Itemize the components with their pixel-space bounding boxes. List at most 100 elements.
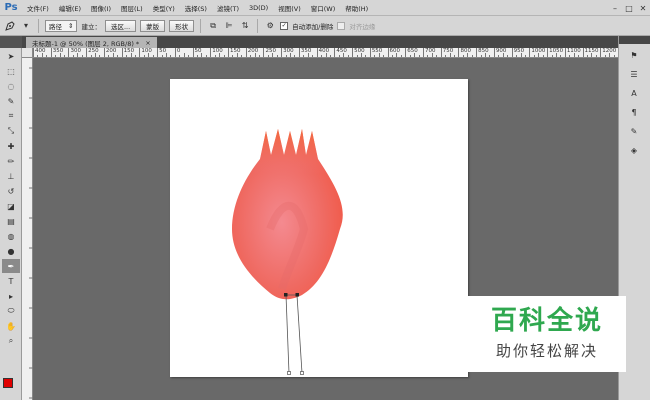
healing-brush-tool-icon[interactable]: ✚ [2, 139, 20, 153]
ruler-minor-tick [90, 55, 92, 57]
close-tab-icon[interactable]: × [145, 39, 150, 47]
marquee-tool-icon[interactable]: ⬚ [2, 64, 20, 78]
eyedropper-tool-icon[interactable]: ⤡ [2, 124, 20, 138]
ruler-tick-label: 450 [336, 48, 347, 54]
ruler-minor-tick [183, 53, 185, 57]
crop-tool-icon[interactable]: ⌗ [2, 109, 20, 123]
layers-panel-icon[interactable]: ◈ [623, 142, 645, 158]
menu-filter[interactable]: 滤镜(T) [212, 3, 244, 13]
menu-view[interactable]: 视图(V) [273, 3, 306, 13]
document-tab-bar: 未标题-1 @ 50% (图层 2, RGB/8) * × [22, 36, 618, 48]
mode-select[interactable]: 路径 ⇕ [45, 19, 78, 32]
menu-3d[interactable]: 3D(D) [244, 4, 273, 12]
brush-tool-icon[interactable]: ✏ [2, 154, 20, 168]
ruler-minor-tick [343, 53, 345, 57]
ruler-minor-tick [480, 55, 482, 57]
align-edges-checkbox[interactable] [337, 21, 346, 30]
character-panel-icon[interactable]: A [623, 85, 645, 101]
ruler-minor-tick [365, 55, 367, 57]
ruler-tick-label: 950 [513, 48, 525, 54]
tool-preset-dropdown-icon[interactable]: ▾ [20, 20, 32, 32]
minimize-button[interactable]: – [608, 0, 622, 16]
dodge-tool-icon[interactable]: ● [2, 244, 20, 258]
menu-bar: Ps 文件(F) 编辑(E) 图像(I) 图层(L) 类型(Y) 选择(S) 滤… [0, 0, 650, 16]
ruler-tick [387, 48, 389, 57]
ruler-minor-tick [356, 55, 358, 57]
make-mask-button[interactable]: 蒙版 [140, 19, 166, 32]
auto-add-delete-checkbox[interactable]: ✓ [280, 21, 289, 30]
path-alignment-icon[interactable]: ⊫ [223, 20, 235, 32]
menu-type[interactable]: 类型(Y) [148, 3, 180, 13]
actions-panel-icon[interactable]: ☰ [623, 66, 645, 82]
divider [257, 18, 259, 33]
watermark: 百科全说 助你轻松解决 [468, 296, 626, 372]
make-selection-button[interactable]: 选区... [104, 19, 137, 32]
vertical-ruler[interactable] [22, 58, 33, 400]
paragraph-panel-icon[interactable]: ¶ [623, 104, 645, 120]
ruler-minor-tick [445, 55, 447, 57]
panel-dock-header[interactable] [619, 36, 650, 44]
auto-add-delete-label: 自动添加/删除 [292, 22, 334, 31]
menu-help[interactable]: 帮助(H) [340, 3, 373, 13]
ruler-minor-tick [551, 55, 553, 57]
ruler-minor-tick [99, 55, 101, 57]
color-swatches[interactable] [3, 378, 19, 394]
menu-layer[interactable]: 图层(L) [116, 3, 148, 13]
foreground-color-swatch[interactable] [3, 378, 13, 388]
type-tool-icon[interactable]: T [2, 274, 20, 288]
ruler-minor-tick [108, 55, 110, 57]
maximize-button[interactable]: □ [622, 0, 636, 16]
ruler-tick-label: 350 [52, 48, 64, 54]
ruler-minor-tick [471, 55, 473, 57]
ruler-minor-tick [64, 55, 66, 57]
document-canvas[interactable] [170, 79, 468, 377]
gear-icon[interactable]: ⚙ [264, 20, 276, 32]
menu-image[interactable]: 图像(I) [86, 3, 116, 13]
lasso-tool-icon[interactable]: ◌ [2, 79, 20, 93]
ruler-minor-tick [148, 53, 150, 57]
ruler-minor-tick [46, 55, 48, 57]
horizontal-ruler[interactable]: 400 350 300 250 200 150 100 50 0 50 100 150 200 250 30… [33, 48, 618, 58]
blur-tool-icon[interactable]: ◍ [2, 229, 20, 243]
ruler-tick [476, 48, 478, 57]
ruler-minor-tick [555, 53, 557, 57]
tulip-artwork [232, 129, 343, 375]
ruler-tick [103, 48, 105, 57]
ruler-minor-tick [254, 53, 256, 57]
hand-tool-icon[interactable]: ✋ [2, 319, 20, 333]
history-panel-icon[interactable]: ⚑ [623, 47, 645, 63]
gradient-tool-icon[interactable]: ▤ [2, 214, 20, 228]
ruler-minor-tick [130, 53, 132, 57]
eraser-tool-icon[interactable]: ◪ [2, 199, 20, 213]
ruler-minor-tick [259, 55, 261, 57]
brush-panel-icon[interactable]: ✎ [623, 123, 645, 139]
ruler-minor-tick [196, 55, 198, 57]
menu-file[interactable]: 文件(F) [22, 3, 54, 13]
make-shape-button[interactable]: 形状 [169, 19, 195, 32]
ruler-minor-tick [560, 55, 562, 57]
zoom-tool-icon[interactable]: ⌕ [2, 334, 20, 348]
pen-tool-icon[interactable]: ✒ [2, 259, 20, 273]
close-button[interactable]: ✕ [636, 0, 650, 16]
menu-select[interactable]: 选择(S) [180, 3, 212, 13]
path-arrangement-icon[interactable]: ⇅ [239, 20, 251, 32]
move-tool-icon[interactable]: ➤ [2, 49, 20, 63]
ruler-origin[interactable] [22, 48, 33, 58]
shape-tool-icon[interactable]: ⬭ [2, 304, 20, 318]
quick-selection-tool-icon[interactable]: ✎ [2, 94, 20, 108]
path-operations-icon[interactable]: ⧉ [207, 20, 219, 32]
ruler-minor-tick [586, 55, 588, 57]
history-brush-tool-icon[interactable]: ↺ [2, 184, 20, 198]
ruler-minor-tick [81, 55, 83, 57]
clone-stamp-tool-icon[interactable]: ⊥ [2, 169, 20, 183]
ruler-minor-tick [95, 53, 97, 57]
ruler-minor-tick [214, 55, 216, 57]
ruler-minor-tick [72, 55, 74, 57]
pen-tool-icon[interactable] [4, 20, 16, 32]
menu-edit[interactable]: 编辑(E) [54, 3, 86, 13]
menu-window[interactable]: 窗口(W) [306, 3, 341, 13]
path-selection-tool-icon[interactable]: ▸ [2, 289, 20, 303]
document-tab[interactable]: 未标题-1 @ 50% (图层 2, RGB/8) * × [26, 37, 157, 48]
ruler-minor-tick [454, 55, 456, 57]
ruler-minor-tick [595, 55, 597, 57]
